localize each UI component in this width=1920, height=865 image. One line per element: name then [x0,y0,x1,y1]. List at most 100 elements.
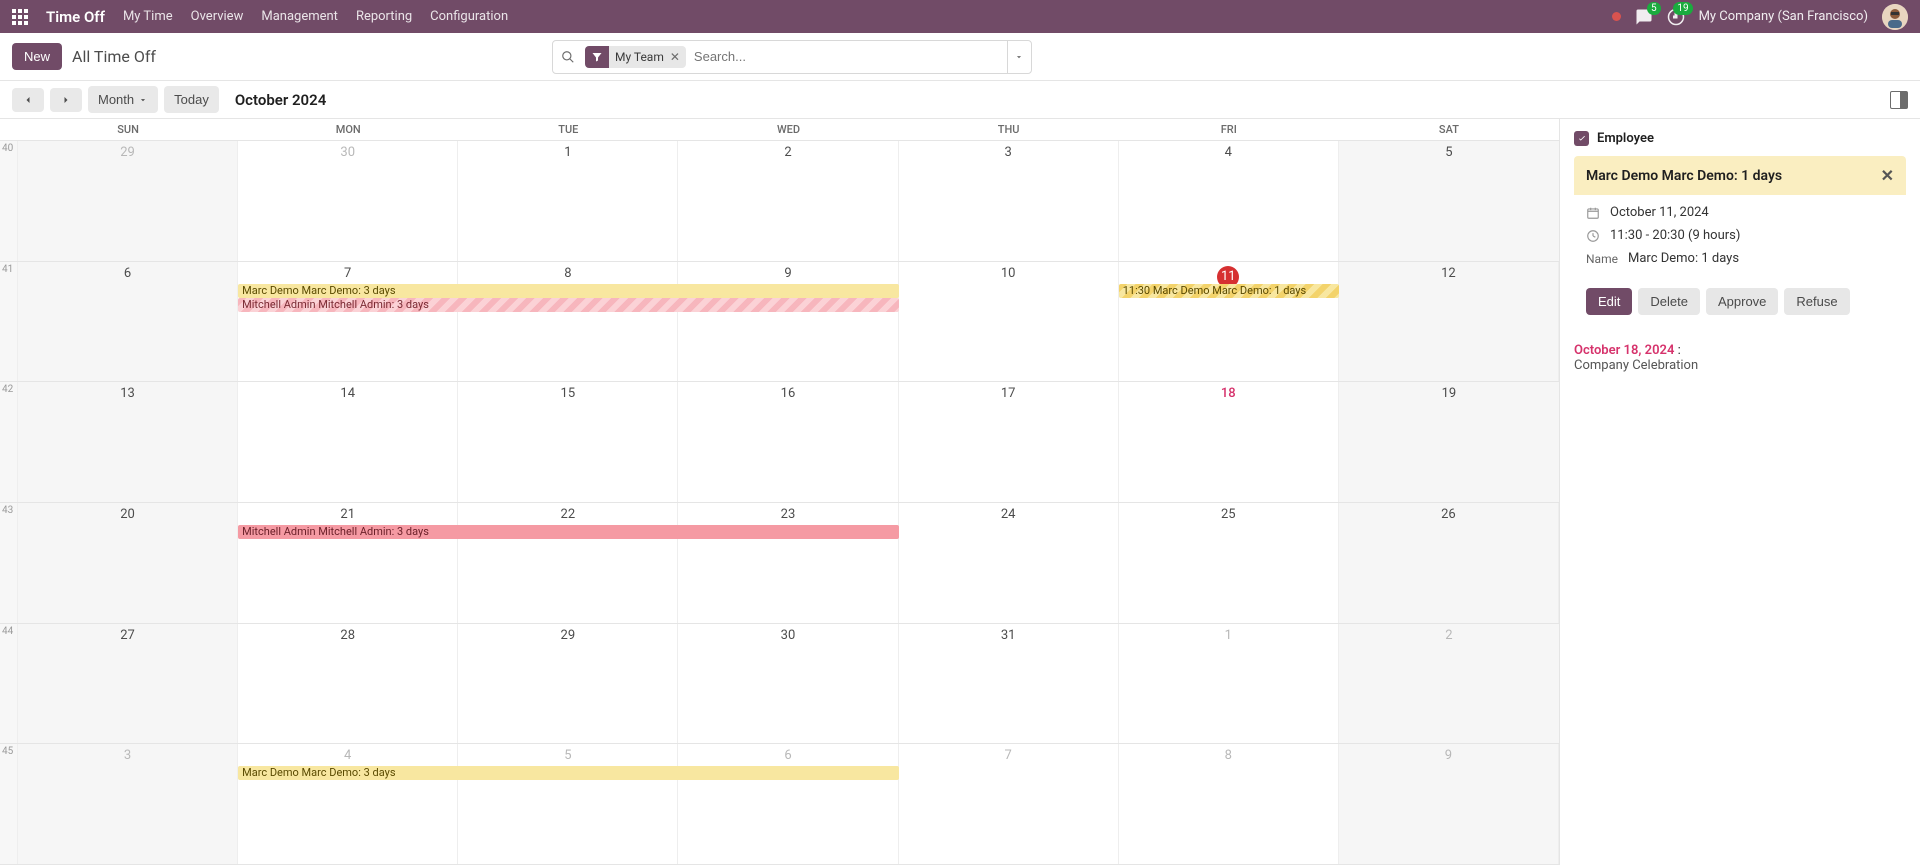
filter-chip-remove[interactable]: ✕ [670,50,680,64]
apps-icon[interactable] [12,9,28,25]
day-cell[interactable]: 15 [458,382,678,502]
day-cell[interactable]: 1 [458,141,678,261]
event-bar[interactable]: 11:30 Marc Demo Marc Demo: 1 days [1119,284,1339,298]
day-cell[interactable]: 7 [238,262,458,382]
day-cell[interactable]: 30 [678,624,898,744]
app-name[interactable]: Time Off [46,8,105,26]
event-bar[interactable]: Mitchell Admin Mitchell Admin: 3 days [238,525,898,539]
day-number: 12 [1441,266,1456,281]
day-cell[interactable]: 19 [1339,382,1559,502]
day-cell[interactable]: 2 [1339,624,1559,744]
next-button[interactable] [50,88,82,112]
search-icon[interactable] [553,50,583,64]
search-input[interactable] [686,49,1007,64]
day-cell[interactable]: 8 [1119,744,1339,864]
day-cell[interactable]: 29 [458,624,678,744]
day-cell[interactable]: 31 [899,624,1119,744]
user-avatar[interactable] [1882,4,1908,30]
close-icon[interactable]: ✕ [1881,166,1894,185]
day-cell[interactable]: 8 [458,262,678,382]
calendar: SUN MON TUE WED THU FRI SAT 402930123454… [0,119,1560,865]
day-number: 6 [124,266,131,281]
nav-management[interactable]: Management [261,9,338,24]
event-bar[interactable]: Marc Demo Marc Demo: 3 days [238,766,898,780]
day-cell[interactable]: 28 [238,624,458,744]
breadcrumb: All Time Off [72,47,156,66]
week-row: 4320212223242526Mitchell Admin Mitchell … [0,503,1559,624]
nav-my-time[interactable]: My Time [123,9,173,24]
day-cell[interactable]: 17 [899,382,1119,502]
day-cell[interactable]: 6 [678,744,898,864]
day-cell[interactable]: 9 [678,262,898,382]
day-number: 13 [120,386,135,401]
day-number: 29 [561,628,576,643]
day-number: 16 [781,386,796,401]
activities-icon[interactable]: 19 [1667,8,1685,26]
week-number: 40 [0,141,18,261]
detail-name-label: Name [1586,252,1618,266]
day-cell[interactable]: 13 [18,382,238,502]
event-bar[interactable]: Marc Demo Marc Demo: 3 days [238,284,898,298]
day-number: 19 [1442,386,1457,401]
day-cell[interactable]: 29 [18,141,238,261]
day-number: 22 [561,507,576,522]
day-cell[interactable]: 27 [18,624,238,744]
day-header: TUE [458,119,678,141]
day-cell[interactable]: 4 [238,744,458,864]
day-cell[interactable]: 7 [899,744,1119,864]
day-cell[interactable]: 24 [899,503,1119,623]
today-button[interactable]: Today [164,86,219,113]
day-cell[interactable]: 5 [458,744,678,864]
employee-filter[interactable]: Employee [1574,131,1906,146]
week-number: 45 [0,744,18,864]
day-cell[interactable]: 3 [18,744,238,864]
day-cell[interactable]: 9 [1339,744,1559,864]
day-cell[interactable]: 16 [678,382,898,502]
day-cell[interactable]: 25 [1119,503,1339,623]
day-cell[interactable]: 1 [1119,624,1339,744]
delete-button[interactable]: Delete [1638,288,1700,315]
day-cell[interactable]: 10 [899,262,1119,382]
day-number: 25 [1221,507,1236,522]
calendar-icon [1586,206,1600,220]
day-number: 14 [340,386,355,401]
filter-icon[interactable] [585,46,609,68]
day-cell[interactable]: 21 [238,503,458,623]
day-cell[interactable]: 26 [1339,503,1559,623]
search-dropdown[interactable] [1007,41,1031,73]
day-cell[interactable]: 23 [678,503,898,623]
filter-chip: My Team ✕ [609,46,686,68]
day-number: 7 [344,266,351,281]
day-cell[interactable]: 2 [678,141,898,261]
day-number: 1 [1225,628,1232,643]
day-cell[interactable]: 3 [899,141,1119,261]
day-cell[interactable]: 22 [458,503,678,623]
day-cell[interactable]: 4 [1119,141,1339,261]
day-number: 8 [1225,748,1232,763]
messages-icon[interactable]: 5 [1635,8,1653,26]
day-number: 4 [344,748,351,763]
refuse-button[interactable]: Refuse [1784,288,1849,315]
prev-button[interactable] [12,88,44,112]
event-bar[interactable]: Mitchell Admin Mitchell Admin: 3 days [238,298,898,312]
day-cell[interactable]: 18 [1119,382,1339,502]
week-number: 41 [0,262,18,382]
new-button[interactable]: New [12,43,62,70]
company-selector[interactable]: My Company (San Francisco) [1699,9,1868,24]
day-cell[interactable]: 6 [18,262,238,382]
edit-button[interactable]: Edit [1586,288,1632,315]
day-cell[interactable]: 12 [1339,262,1559,382]
side-panel-toggle-icon[interactable] [1890,91,1908,109]
nav-overview[interactable]: Overview [191,9,244,24]
day-number: 27 [120,628,135,643]
day-cell[interactable]: 5 [1339,141,1559,261]
approve-button[interactable]: Approve [1706,288,1778,315]
day-cell[interactable]: 30 [238,141,458,261]
day-cell[interactable]: 11 [1119,262,1339,382]
nav-reporting[interactable]: Reporting [356,9,412,24]
day-cell[interactable]: 14 [238,382,458,502]
day-number: 9 [1445,748,1452,763]
nav-configuration[interactable]: Configuration [430,9,508,24]
scale-dropdown[interactable]: Month [88,86,158,113]
day-cell[interactable]: 20 [18,503,238,623]
